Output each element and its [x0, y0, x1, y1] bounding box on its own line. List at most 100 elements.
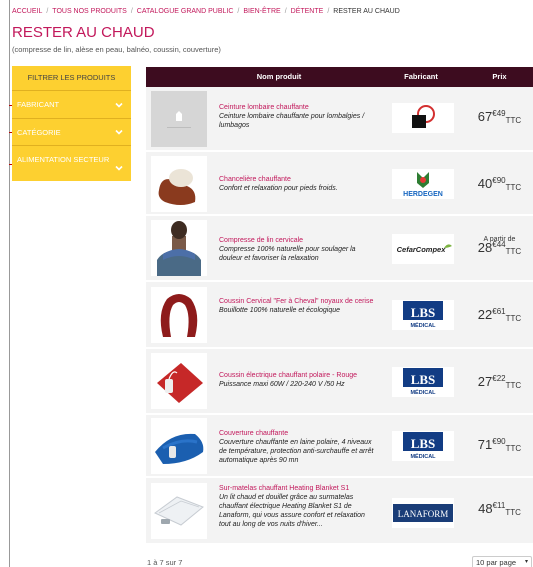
table-row[interactable]: Couverture chauffante Couverture chauffa… — [146, 415, 533, 478]
breadcrumb-separator: / — [130, 8, 133, 15]
product-price: 71€90TTC — [466, 437, 533, 453]
product-text: Ceinture lombaire chauffante Ceinture lo… — [219, 103, 374, 130]
product-image[interactable] — [151, 353, 207, 409]
filter-label: ALIMENTATION SECTEUR — [17, 155, 110, 164]
breadcrumb-separator: / — [46, 8, 49, 15]
product-text: Compresse de lin cervicale Compresse 100… — [219, 236, 374, 263]
product-price: 22€61TTC — [466, 307, 533, 323]
product-image[interactable] — [151, 287, 207, 343]
product-price: 67€49TTC — [466, 109, 533, 125]
column-header-manufacturer[interactable]: Fabricant — [376, 67, 466, 87]
product-name-link[interactable]: Chancelière chauffante — [219, 175, 374, 184]
breadcrumb-separator: / — [327, 8, 330, 15]
table-row[interactable]: Coussin électrique chauffant polaire - R… — [146, 349, 533, 415]
breadcrumb-accueil[interactable]: ACCUEIL — [12, 8, 42, 15]
chevron-down-icon — [115, 128, 123, 136]
breadcrumb-tous-produits[interactable]: TOUS NOS PRODUITS — [52, 8, 127, 15]
product-description: Couverture chauffante en laine polaire, … — [219, 439, 374, 464]
product-price: 27€22TTC — [466, 374, 533, 390]
product-name-link[interactable]: Ceinture lombaire chauffante — [219, 103, 374, 112]
price-integer: 28 — [477, 240, 493, 255]
product-name-link[interactable]: Coussin Cervical "Fer à Cheval" noyaux d… — [219, 297, 374, 306]
product-text: Couverture chauffante Couverture chauffa… — [219, 429, 374, 465]
filter-sidebar: FILTRER LES PRODUITS FABRICANT CATÉGORIE… — [9, 66, 131, 181]
manufacturer-logo — [392, 103, 454, 133]
column-header-price[interactable]: Prix — [466, 67, 533, 87]
product-name-link[interactable]: Couverture chauffante — [219, 429, 374, 438]
svg-text:LBS: LBS — [411, 436, 436, 451]
price-decimal: €11 — [492, 501, 506, 510]
price-decimal: €44 — [492, 240, 506, 249]
caret-down-icon: ▾ — [524, 559, 528, 565]
breadcrumb-bien-etre[interactable]: BIEN-ÊTRE — [243, 8, 280, 15]
manufacturer-logo: LBS MÉDICAL — [392, 367, 454, 397]
manufacturer-logo: LANAFORM — [392, 498, 454, 528]
price-ttc: TTC — [505, 381, 522, 390]
table-row[interactable]: Sur-matelas chauffant Heating Blanket S1… — [146, 478, 533, 545]
filter-categorie[interactable]: CATÉGORIE — [9, 118, 131, 145]
svg-text:LBS: LBS — [411, 372, 436, 387]
price-ttc: TTC — [505, 444, 522, 453]
price-ttc: TTC — [505, 116, 522, 125]
price-decimal: €90 — [492, 176, 506, 185]
filter-alimentation-secteur[interactable]: ALIMENTATION SECTEUR — [9, 145, 131, 181]
filter-label: CATÉGORIE — [17, 128, 61, 137]
manufacturer-logo: LBS MÉDICAL — [392, 300, 454, 330]
price-decimal: €90 — [492, 437, 506, 446]
breadcrumb-current: RESTER AU CHAUD — [333, 8, 400, 15]
product-image[interactable] — [151, 156, 207, 212]
product-text: Coussin Cervical "Fer à Cheval" noyaux d… — [219, 297, 374, 315]
product-image[interactable] — [151, 418, 207, 474]
price-decimal: €61 — [492, 307, 506, 316]
svg-text:MÉDICAL: MÉDICAL — [410, 452, 436, 460]
breadcrumb-catalogue[interactable]: CATALOGUE GRAND PUBLIC — [137, 8, 234, 15]
product-table: Nom produit Fabricant Prix Ceinture lomb… — [146, 67, 533, 545]
table-row[interactable]: Coussin Cervical "Fer à Cheval" noyaux d… — [146, 282, 533, 349]
chevron-down-icon — [115, 101, 123, 109]
page-edge-line — [9, 0, 10, 567]
product-price: A partir de 28€44TTC — [466, 236, 533, 256]
product-text: Sur-matelas chauffant Heating Blanket S1… — [219, 484, 374, 529]
price-ttc: TTC — [505, 508, 521, 517]
manufacturer-logo: CefarCompex — [392, 234, 454, 264]
product-description: Puissance maxi 60W / 220-240 V /50 Hz — [219, 381, 345, 388]
chevron-down-icon — [115, 164, 123, 172]
manufacturer-logo: HERDEGEN — [392, 169, 454, 199]
price-ttc: TTC — [505, 183, 522, 192]
product-name-link[interactable]: Compresse de lin cervicale — [219, 236, 374, 245]
per-page-value: 10 par page — [476, 558, 517, 567]
product-text: Coussin électrique chauffant polaire - R… — [219, 371, 374, 389]
per-page-select[interactable]: 10 par page ▾ — [472, 556, 532, 567]
table-row[interactable]: Chancelière chauffante Confort et relaxa… — [146, 152, 533, 216]
breadcrumb-detente[interactable]: DÉTENTE — [291, 8, 324, 15]
product-price: 48€11TTC — [466, 501, 533, 517]
product-text: Chancelière chauffante Confort et relaxa… — [219, 175, 374, 193]
product-description: Bouillotte 100% naturelle et écologique — [219, 307, 341, 314]
svg-text:CefarCompex: CefarCompex — [397, 245, 447, 254]
breadcrumb: ACCUEIL / TOUS NOS PRODUITS / CATALOGUE GRAN… — [12, 8, 400, 15]
table-row[interactable]: Ceinture lombaire chauffante Ceinture lo… — [146, 87, 533, 152]
pagination-info: 1 à 7 sur 7 — [147, 558, 183, 567]
price-decimal: €22 — [492, 374, 506, 383]
price-integer: 67 — [477, 109, 493, 124]
svg-text:LANAFORM: LANAFORM — [398, 509, 449, 519]
manufacturer-logo: LBS MÉDICAL — [392, 431, 454, 461]
product-image[interactable] — [151, 483, 207, 539]
price-ttc: TTC — [505, 247, 522, 256]
column-header-name[interactable]: Nom produit — [146, 67, 412, 87]
svg-text:MÉDICAL: MÉDICAL — [410, 321, 436, 329]
product-image[interactable] — [151, 220, 207, 276]
price-integer: 48 — [478, 501, 493, 516]
page-title: RESTER AU CHAUD — [12, 24, 155, 41]
product-name-link[interactable]: Sur-matelas chauffant Heating Blanket S1 — [219, 484, 374, 493]
product-name-link[interactable]: Coussin électrique chauffant polaire - R… — [219, 371, 374, 380]
product-description: Ceinture lombaire chauffante pour lombal… — [219, 113, 365, 129]
price-integer: 22 — [477, 307, 493, 322]
filter-fabricant[interactable]: FABRICANT — [9, 90, 131, 118]
product-image[interactable] — [151, 91, 207, 147]
table-header: Nom produit Fabricant Prix — [146, 67, 533, 87]
price-integer: 27 — [477, 374, 493, 389]
filter-header: FILTRER LES PRODUITS — [12, 66, 131, 90]
table-row[interactable]: Compresse de lin cervicale Compresse 100… — [146, 216, 533, 282]
price-ttc: TTC — [505, 314, 522, 323]
